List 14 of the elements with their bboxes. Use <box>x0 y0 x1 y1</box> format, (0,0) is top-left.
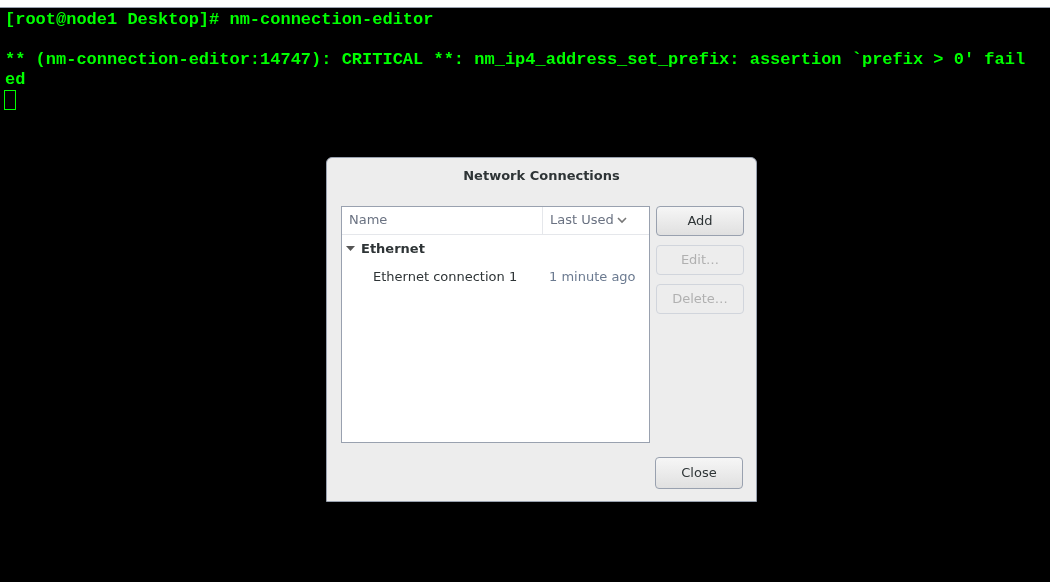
close-button[interactable]: Close <box>655 456 743 489</box>
column-header[interactable]: Last Used <box>543 206 649 234</box>
window-title: Network Connections <box>463 167 620 185</box>
terminal-line: [root@node1 Desktop]# nm-connection-editor <box>5 10 435 30</box>
last-used-time: 1 minute ago <box>549 267 636 286</box>
connection-name: Ethernet connection 1 <box>372 267 519 286</box>
connection-row[interactable]: Ethernet connection 1 1 minute ago <box>342 262 649 291</box>
group-label[interactable]: Ethernet <box>361 238 425 259</box>
expander-triangle-icon[interactable] <box>346 244 355 253</box>
action-button[interactable]: Add <box>656 205 744 236</box>
terminal-cursor <box>4 90 16 110</box>
terminal-line: ** (nm-connection-editor:14747): CRITICAL **: nm_ip4_address_set_prefix: assertion `prefix > 0' fail <box>5 50 1027 70</box>
terminal-line: ed <box>5 70 27 90</box>
column-header[interactable]: Name <box>342 206 543 234</box>
